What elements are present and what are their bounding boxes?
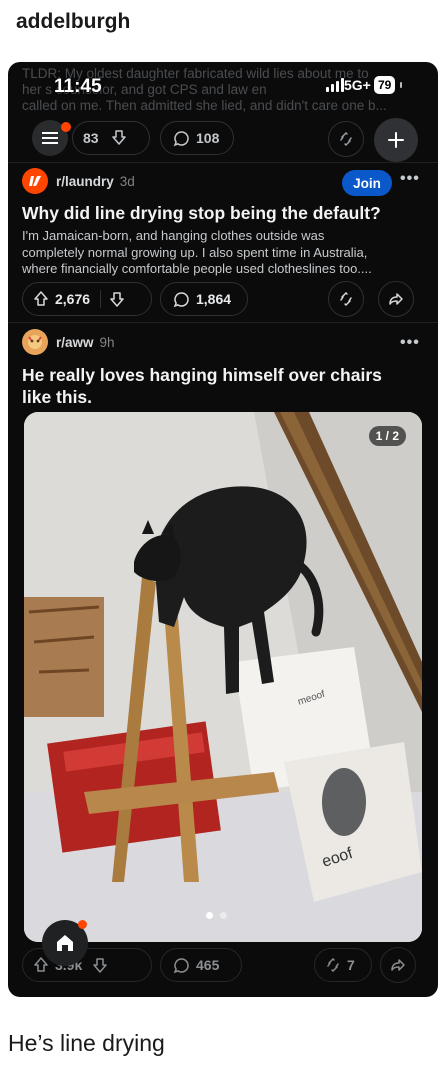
post1-body-line: I'm Jamaican-born, and hanging clothes o… bbox=[22, 228, 325, 243]
more-icon[interactable]: ••• bbox=[400, 334, 420, 352]
status-bar: 11:45 5G+ 79 bbox=[8, 76, 438, 98]
plus-icon bbox=[388, 132, 404, 148]
signal-icon bbox=[326, 78, 344, 92]
award-icon bbox=[325, 957, 341, 973]
create-post-button[interactable] bbox=[374, 118, 418, 162]
share-icon[interactable] bbox=[380, 947, 416, 983]
upvote-icon[interactable] bbox=[33, 291, 49, 307]
post1-subreddit[interactable]: r/laundry bbox=[56, 174, 114, 189]
upvote-icon[interactable] bbox=[33, 957, 49, 973]
cat-on-chair-photo: meoof eoof bbox=[24, 412, 422, 942]
network-label: 5G+ bbox=[344, 77, 371, 93]
post2-header[interactable]: r/aww 9h bbox=[22, 327, 115, 357]
menu-icon-bar bbox=[42, 142, 58, 144]
post2-award-count: 7 bbox=[347, 957, 355, 973]
post2-award-button[interactable]: 7 bbox=[314, 948, 372, 982]
post2-title[interactable]: He really loves hanging himself over cha… bbox=[22, 364, 414, 408]
subreddit-avatar[interactable] bbox=[22, 329, 48, 355]
post2-age: 9h bbox=[99, 334, 115, 350]
home-notification-dot bbox=[78, 920, 87, 929]
previous-comment-count: 108 bbox=[196, 130, 220, 146]
gallery-dots[interactable] bbox=[206, 912, 227, 919]
reddit-screenshot: TLDR: My oldest daughter fabricated wild… bbox=[8, 62, 438, 997]
comment-icon bbox=[173, 957, 190, 974]
post2-title-line: like this. bbox=[22, 387, 93, 407]
post1-header[interactable]: r/laundry 3d bbox=[22, 166, 135, 196]
post1-body-line: where financially comfortable people use… bbox=[22, 261, 372, 276]
post2-comments-button[interactable]: 465 bbox=[160, 948, 242, 982]
post2-title-line: He really loves hanging himself over cha… bbox=[22, 365, 382, 385]
comment-icon bbox=[173, 130, 190, 147]
notification-dot bbox=[61, 122, 71, 132]
downvote-icon[interactable] bbox=[109, 291, 125, 307]
battery-level: 79 bbox=[374, 76, 396, 94]
post1-comments-button[interactable]: 1,864 bbox=[160, 282, 248, 316]
award-icon[interactable] bbox=[328, 281, 364, 317]
post1-body[interactable]: I'm Jamaican-born, and hanging clothes o… bbox=[22, 228, 418, 278]
status-time: 11:45 bbox=[54, 76, 102, 97]
award-icon[interactable] bbox=[328, 121, 364, 157]
post-caption: He’s line drying bbox=[8, 1030, 165, 1056]
post1-age: 3d bbox=[119, 173, 135, 189]
subreddit-avatar[interactable] bbox=[22, 168, 48, 194]
gallery-dot-active[interactable] bbox=[206, 912, 213, 919]
home-icon bbox=[57, 935, 73, 951]
menu-icon bbox=[42, 132, 58, 134]
previous-upvote-count: 83 bbox=[83, 130, 99, 146]
vote-separator bbox=[100, 290, 102, 308]
previous-post-line: called on me. Then admitted she lied, an… bbox=[22, 98, 387, 113]
post1-comment-count: 1,864 bbox=[196, 291, 232, 307]
post1-vote-pill: 2,676 bbox=[22, 282, 152, 316]
menu-icon-bar bbox=[42, 137, 58, 139]
previous-vote-pill: 83 bbox=[72, 121, 150, 155]
gallery-dot[interactable] bbox=[220, 912, 227, 919]
divider bbox=[8, 322, 438, 323]
post1-body-line: completely normal growing up. I also spe… bbox=[22, 244, 368, 260]
post2-image[interactable]: meoof eoof 1 / 2 bbox=[24, 412, 422, 942]
downvote-icon[interactable] bbox=[92, 957, 108, 973]
post1-upvote-count: 2,676 bbox=[55, 291, 91, 307]
post2-comment-count: 465 bbox=[196, 957, 220, 973]
downvote-icon[interactable] bbox=[111, 129, 127, 148]
post1-title[interactable]: Why did line drying stop being the defau… bbox=[22, 202, 414, 224]
post2-vote-pill: 3.9k bbox=[22, 948, 152, 982]
share-icon[interactable] bbox=[378, 281, 414, 317]
previous-comments-button[interactable]: 108 bbox=[160, 121, 234, 155]
comment-icon bbox=[173, 291, 190, 308]
poster-username: addelburgh bbox=[16, 10, 131, 33]
join-button[interactable]: Join bbox=[342, 170, 392, 196]
more-icon[interactable]: ••• bbox=[400, 170, 420, 188]
battery-icon bbox=[400, 82, 402, 88]
divider bbox=[8, 162, 438, 163]
image-counter: 1 / 2 bbox=[368, 426, 406, 446]
post2-subreddit[interactable]: r/aww bbox=[56, 335, 94, 350]
